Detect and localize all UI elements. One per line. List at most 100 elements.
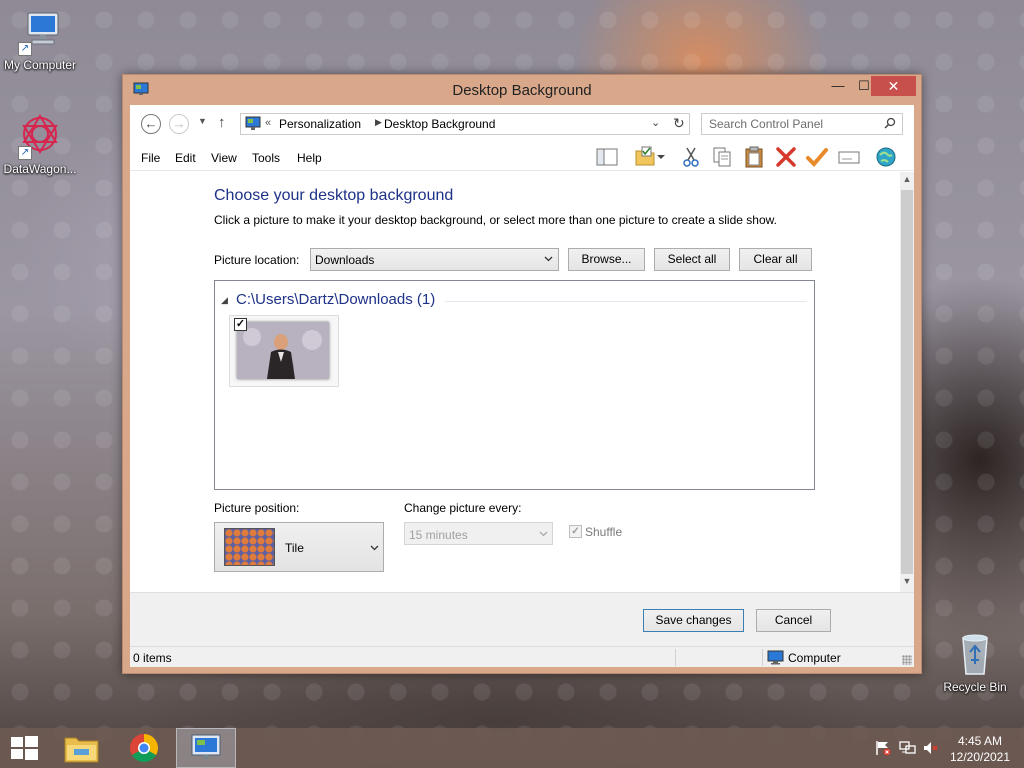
address-dropdown-icon[interactable]: ⌄ [651, 116, 660, 129]
chrome-icon [130, 734, 158, 762]
search-icon[interactable] [884, 117, 896, 129]
menu-tools[interactable]: Tools [252, 151, 280, 165]
resize-grip-icon[interactable] [902, 655, 912, 665]
scroll-up-icon[interactable]: ▲ [900, 174, 914, 188]
menu-edit[interactable]: Edit [175, 151, 196, 165]
content-pane: Choose your desktop background Click a p… [130, 172, 900, 592]
breadcrumb-separator-icon[interactable]: ▶ [375, 117, 382, 128]
network-icon[interactable] [898, 740, 916, 756]
taskbar-control-panel[interactable] [176, 728, 236, 768]
chevron-down-icon [544, 256, 553, 262]
paste-icon[interactable] [742, 145, 766, 169]
desktop-icon-label: Recycle Bin [943, 680, 1007, 694]
control-panel-icon [245, 116, 261, 131]
clock-date: 12/20/2021 [949, 750, 1011, 764]
taskbar-chrome[interactable] [114, 728, 174, 768]
refresh-icon[interactable]: ↻ [673, 115, 685, 132]
breadcrumb-personalization[interactable]: Personalization [279, 117, 361, 131]
change-picture-label: Change picture every: [404, 501, 522, 515]
folder-check-icon[interactable] [633, 145, 657, 169]
chevron-down-icon [370, 545, 379, 551]
close-button[interactable]: ✕ [871, 76, 916, 96]
status-location: Computer [788, 651, 841, 665]
menu-bar: File Edit View Tools Help [130, 143, 914, 171]
cut-icon[interactable] [679, 145, 703, 169]
address-box[interactable]: « Personalization ▶ Desktop Background ⌄… [240, 113, 690, 135]
delete-icon[interactable] [774, 145, 798, 169]
menu-help[interactable]: Help [297, 151, 322, 165]
shuffle-checkbox[interactable]: ✓ [569, 525, 582, 538]
window-title: Desktop Background [452, 82, 592, 99]
chevron-down-icon[interactable] [655, 145, 667, 169]
picture-location-select[interactable]: Downloads [310, 248, 559, 271]
copy-icon[interactable] [710, 145, 734, 169]
menu-view[interactable]: View [211, 151, 237, 165]
up-arrow-button[interactable]: ↑ [218, 114, 226, 131]
desktop-icon-my-computer[interactable]: ↗ My Computer [0, 8, 80, 72]
picture-location-label: Picture location: [214, 253, 300, 267]
action-center-flag-icon[interactable] [874, 740, 892, 756]
select-all-button[interactable]: Select all [654, 248, 730, 271]
tile-preview-icon [224, 528, 275, 566]
group-divider [445, 301, 807, 302]
volume-muted-icon[interactable] [922, 740, 940, 756]
status-bar: 0 items Computer [130, 646, 914, 667]
page-title: Choose your desktop background [214, 187, 454, 204]
globe-icon[interactable] [874, 145, 898, 169]
page-description: Click a picture to make it your desktop … [214, 213, 777, 227]
control-panel-icon [191, 734, 221, 759]
windows-logo-icon [11, 736, 38, 760]
address-bar-row: ← → ▼ ↑ « Personalization ▶ Desktop Back… [130, 105, 914, 143]
status-item-count: 0 items [133, 651, 172, 665]
properties-check-icon[interactable] [805, 145, 829, 169]
picture-thumbnail[interactable]: ✓ [229, 315, 339, 387]
window-client-area: ← → ▼ ↑ « Personalization ▶ Desktop Back… [130, 105, 914, 667]
forward-button[interactable]: → [169, 114, 189, 134]
taskbar-file-explorer[interactable] [52, 728, 112, 768]
search-input[interactable] [702, 114, 872, 134]
back-button[interactable]: ← [141, 114, 161, 134]
desktop-icon-datawagon[interactable]: ↗ DataWagon... [0, 112, 80, 176]
recent-locations-dropdown-icon[interactable]: ▼ [198, 116, 207, 126]
picture-group-title[interactable]: C:\Users\Dartz\Downloads (1) [236, 291, 435, 308]
picture-list[interactable]: ◢ C:\Users\Dartz\Downloads (1) ✓ [214, 280, 815, 490]
thumbnail-image [237, 322, 329, 379]
datawagon-icon: ↗ [16, 112, 64, 160]
layout-pane-icon[interactable] [595, 145, 619, 169]
browse-button[interactable]: Browse... [568, 248, 645, 271]
status-divider [762, 649, 763, 666]
taskbar-clock[interactable]: 4:45 AM 12/20/2021 [945, 733, 1015, 765]
picture-location-value: Downloads [315, 253, 375, 267]
change-picture-value: 15 minutes [409, 528, 468, 542]
desktop-icon-label: My Computer [3, 58, 77, 72]
menu-file[interactable]: File [141, 151, 160, 165]
save-changes-button[interactable]: Save changes [643, 609, 744, 632]
computer-icon: ↗ [16, 8, 64, 56]
clear-all-button[interactable]: Clear all [739, 248, 812, 271]
collapse-group-icon[interactable]: ◢ [221, 295, 228, 306]
address-overflow-chevron[interactable]: « [265, 117, 271, 129]
desktop-background-window: Desktop Background — ☐ ✕ ← → ▼ ↑ « Perso… [122, 74, 922, 674]
chevron-down-icon [539, 531, 548, 537]
clock-time: 4:45 AM [957, 734, 1003, 748]
scrollbar-thumb[interactable] [901, 190, 913, 574]
desktop-icon-recycle-bin[interactable]: Recycle Bin [935, 630, 1015, 694]
title-bar[interactable]: Desktop Background — ☐ ✕ [123, 75, 921, 105]
start-button[interactable] [0, 728, 48, 768]
desktop-icon-label: DataWagon... [3, 162, 77, 176]
minimize-button[interactable]: — [825, 76, 851, 96]
thumbnail-checkbox[interactable]: ✓ [234, 318, 247, 331]
cancel-button[interactable]: Cancel [756, 609, 831, 632]
shuffle-label[interactable]: Shuffle [585, 525, 622, 539]
search-box[interactable] [701, 113, 903, 135]
recycle-bin-icon [951, 630, 999, 678]
picture-position-label: Picture position: [214, 501, 300, 515]
change-picture-select[interactable]: 15 minutes [404, 522, 553, 545]
breadcrumb-desktop-background[interactable]: Desktop Background [384, 117, 495, 131]
folder-icon [64, 737, 99, 763]
vertical-scrollbar[interactable]: ▲ ▼ [900, 172, 914, 592]
scroll-down-icon[interactable]: ▼ [900, 576, 914, 590]
rename-icon[interactable] [837, 145, 861, 169]
picture-position-select[interactable]: Tile [214, 522, 384, 572]
computer-icon [767, 650, 784, 665]
